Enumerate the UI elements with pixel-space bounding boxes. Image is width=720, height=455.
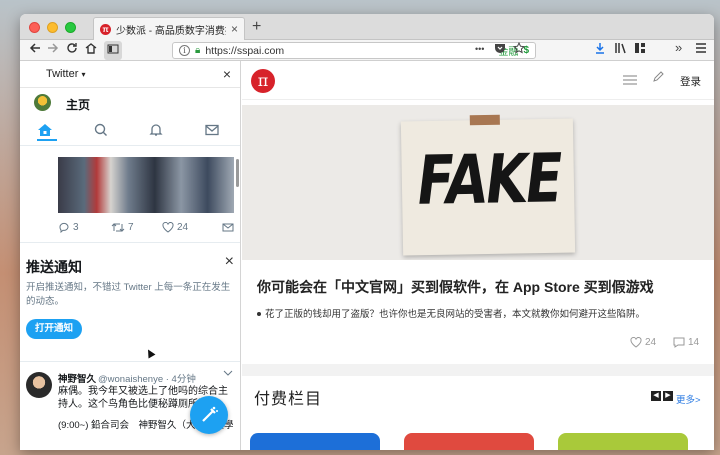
pen-icon[interactable] xyxy=(652,71,664,86)
retweet-count: 7 xyxy=(128,222,134,233)
sidebar-header: Twitter ▾ × xyxy=(20,61,240,88)
sspai-favicon-icon: π xyxy=(100,23,111,35)
tape xyxy=(469,114,500,126)
prev-arrow-button[interactable]: ◀ xyxy=(651,391,661,401)
fake-poster: FAKE xyxy=(400,114,576,256)
chevron-down-icon: ▾ xyxy=(81,70,86,79)
section-title: 付费栏目 xyxy=(254,391,323,408)
minimize-window-button[interactable] xyxy=(47,22,58,33)
tweet-actions: 3 7 24 xyxy=(58,222,234,236)
sidebar-scrollbar[interactable] xyxy=(236,159,239,187)
close-window-button[interactable] xyxy=(29,22,40,33)
carousel-arrows: ◀ ▶ xyxy=(651,391,673,401)
compose-icon xyxy=(202,406,218,422)
paid-column-card[interactable] xyxy=(404,433,534,450)
bullet-icon xyxy=(257,312,261,317)
download-icon[interactable] xyxy=(594,42,606,57)
sspai-page: π 登录 FAKE 你可能会在「中文官网」买到假软件，在 App Store 买… xyxy=(242,61,714,450)
reply-count: 3 xyxy=(73,222,79,233)
sidebar-close-button[interactable]: × xyxy=(223,66,231,82)
search-icon xyxy=(94,123,107,136)
tweet-photo[interactable] xyxy=(58,157,234,213)
next-arrow-button[interactable]: ▶ xyxy=(663,391,673,401)
tab-title: 少数派 - 高品质数字消费指南 xyxy=(116,25,226,37)
login-link[interactable]: 登录 xyxy=(680,74,701,89)
pocket-icon[interactable] xyxy=(494,42,506,57)
enable-notifications-button[interactable]: 打开通知 xyxy=(26,319,82,339)
sidebars-icon[interactable] xyxy=(634,42,646,57)
star-icon[interactable] xyxy=(512,41,526,57)
site-header: π 登录 xyxy=(242,61,714,100)
twitter-home-header: 主页 xyxy=(20,88,240,119)
push-close-button[interactable]: × xyxy=(225,253,234,271)
sidebar-title-dropdown[interactable]: Twitter ▾ xyxy=(46,68,85,80)
zoom-window-button[interactable] xyxy=(65,22,76,33)
sidebar-title: Twitter xyxy=(46,68,79,80)
new-tab-button[interactable]: + xyxy=(252,18,261,36)
twitter-tab-bar xyxy=(20,119,240,146)
reply-button[interactable]: 3 xyxy=(58,222,79,233)
home-icon[interactable] xyxy=(84,41,98,60)
tab-close-button[interactable]: × xyxy=(231,22,238,36)
like-count: 24 xyxy=(645,337,657,348)
tab-notifications[interactable] xyxy=(148,123,168,141)
info-icon[interactable]: i xyxy=(179,45,190,56)
fake-word: FAKE xyxy=(412,138,566,221)
bell-icon xyxy=(149,124,163,136)
article-comments[interactable]: 14 xyxy=(673,337,699,348)
paid-column-card[interactable] xyxy=(558,433,688,450)
push-notification-card: 推送通知 × 开启推送通知，不错过 Twitter 上每一条正在发生的动态。 打… xyxy=(20,243,240,358)
tab-messages[interactable] xyxy=(204,123,224,141)
sidebar-toggle-icon[interactable] xyxy=(104,41,122,60)
avatar[interactable] xyxy=(34,94,51,111)
tab-home[interactable] xyxy=(37,123,57,141)
retweet-icon xyxy=(111,223,125,232)
forward-icon[interactable] xyxy=(46,41,60,60)
tab-search[interactable] xyxy=(93,123,113,141)
navigation-bar: i 🔒︎ https://sspai.com 金融 $ ••• » xyxy=(20,40,714,61)
url-text[interactable]: https://sspai.com xyxy=(205,45,493,57)
article-likes[interactable]: 24 xyxy=(630,337,656,348)
home-icon xyxy=(38,124,52,136)
sspai-logo[interactable]: π xyxy=(251,69,275,93)
hamburger-menu-icon[interactable] xyxy=(623,73,637,91)
push-body: 开启推送通知，不错过 Twitter 上每一条正在发生的动态。 xyxy=(26,282,231,307)
article-hero-image[interactable]: FAKE xyxy=(242,105,714,260)
article-description: 花了正版的钱却用了盗版？也许你也是无良网站的受害者，本文就教你如何避开这些陷阱。 xyxy=(257,306,645,320)
dm-button[interactable] xyxy=(222,222,234,233)
like-button[interactable]: 24 xyxy=(162,222,188,233)
menu-icon[interactable] xyxy=(695,42,707,57)
comment-count: 14 xyxy=(688,337,700,348)
browser-tab[interactable]: π 少数派 - 高品质数字消费指南 × xyxy=(93,17,245,40)
reload-icon[interactable] xyxy=(65,41,79,60)
compose-tweet-button[interactable] xyxy=(190,396,228,434)
heart-icon xyxy=(162,222,174,233)
paid-column-card[interactable] xyxy=(250,433,380,450)
avatar[interactable] xyxy=(26,372,52,398)
back-icon[interactable] xyxy=(28,41,42,60)
mail-icon xyxy=(205,124,219,136)
like-count: 24 xyxy=(177,222,189,233)
article-title[interactable]: 你可能会在「中文官网」买到假软件，在 App Store 买到假游戏 xyxy=(257,277,654,297)
section-divider xyxy=(242,364,714,376)
reply-icon xyxy=(59,222,69,233)
mail-icon xyxy=(222,223,234,232)
home-title: 主页 xyxy=(66,98,91,112)
lock-icon: 🔒︎ xyxy=(195,45,201,56)
more-link[interactable]: 更多> xyxy=(676,392,701,406)
comment-icon xyxy=(673,337,685,348)
push-title: 推送通知 xyxy=(26,259,82,275)
article-description-text: 花了正版的钱却用了盗版？也许你也是无良网站的受害者，本文就教你如何避开这些陷阱。 xyxy=(265,309,646,320)
library-icon[interactable] xyxy=(615,42,628,57)
tweet-author-name[interactable]: 神野智久 xyxy=(58,371,96,385)
more-actions-icon[interactable]: ••• xyxy=(475,44,484,54)
tab-bar: π 少数派 - 高品质数字消费指南 × + xyxy=(20,14,714,40)
overflow-chevron-icon[interactable]: » xyxy=(675,40,682,55)
tweet-author-handle: @wonaishenye · 4分钟 xyxy=(98,374,196,385)
twitter-sidebar: Twitter ▾ × 主页 3 7 24 推送通知 × 开启推送通知，不错过 … xyxy=(20,61,241,450)
browser-window: π 少数派 - 高品质数字消费指南 × + i 🔒︎ https://sspai… xyxy=(20,14,714,450)
heart-icon xyxy=(630,337,642,348)
chevron-down-icon[interactable] xyxy=(223,368,233,379)
retweet-button[interactable]: 7 xyxy=(111,222,134,233)
